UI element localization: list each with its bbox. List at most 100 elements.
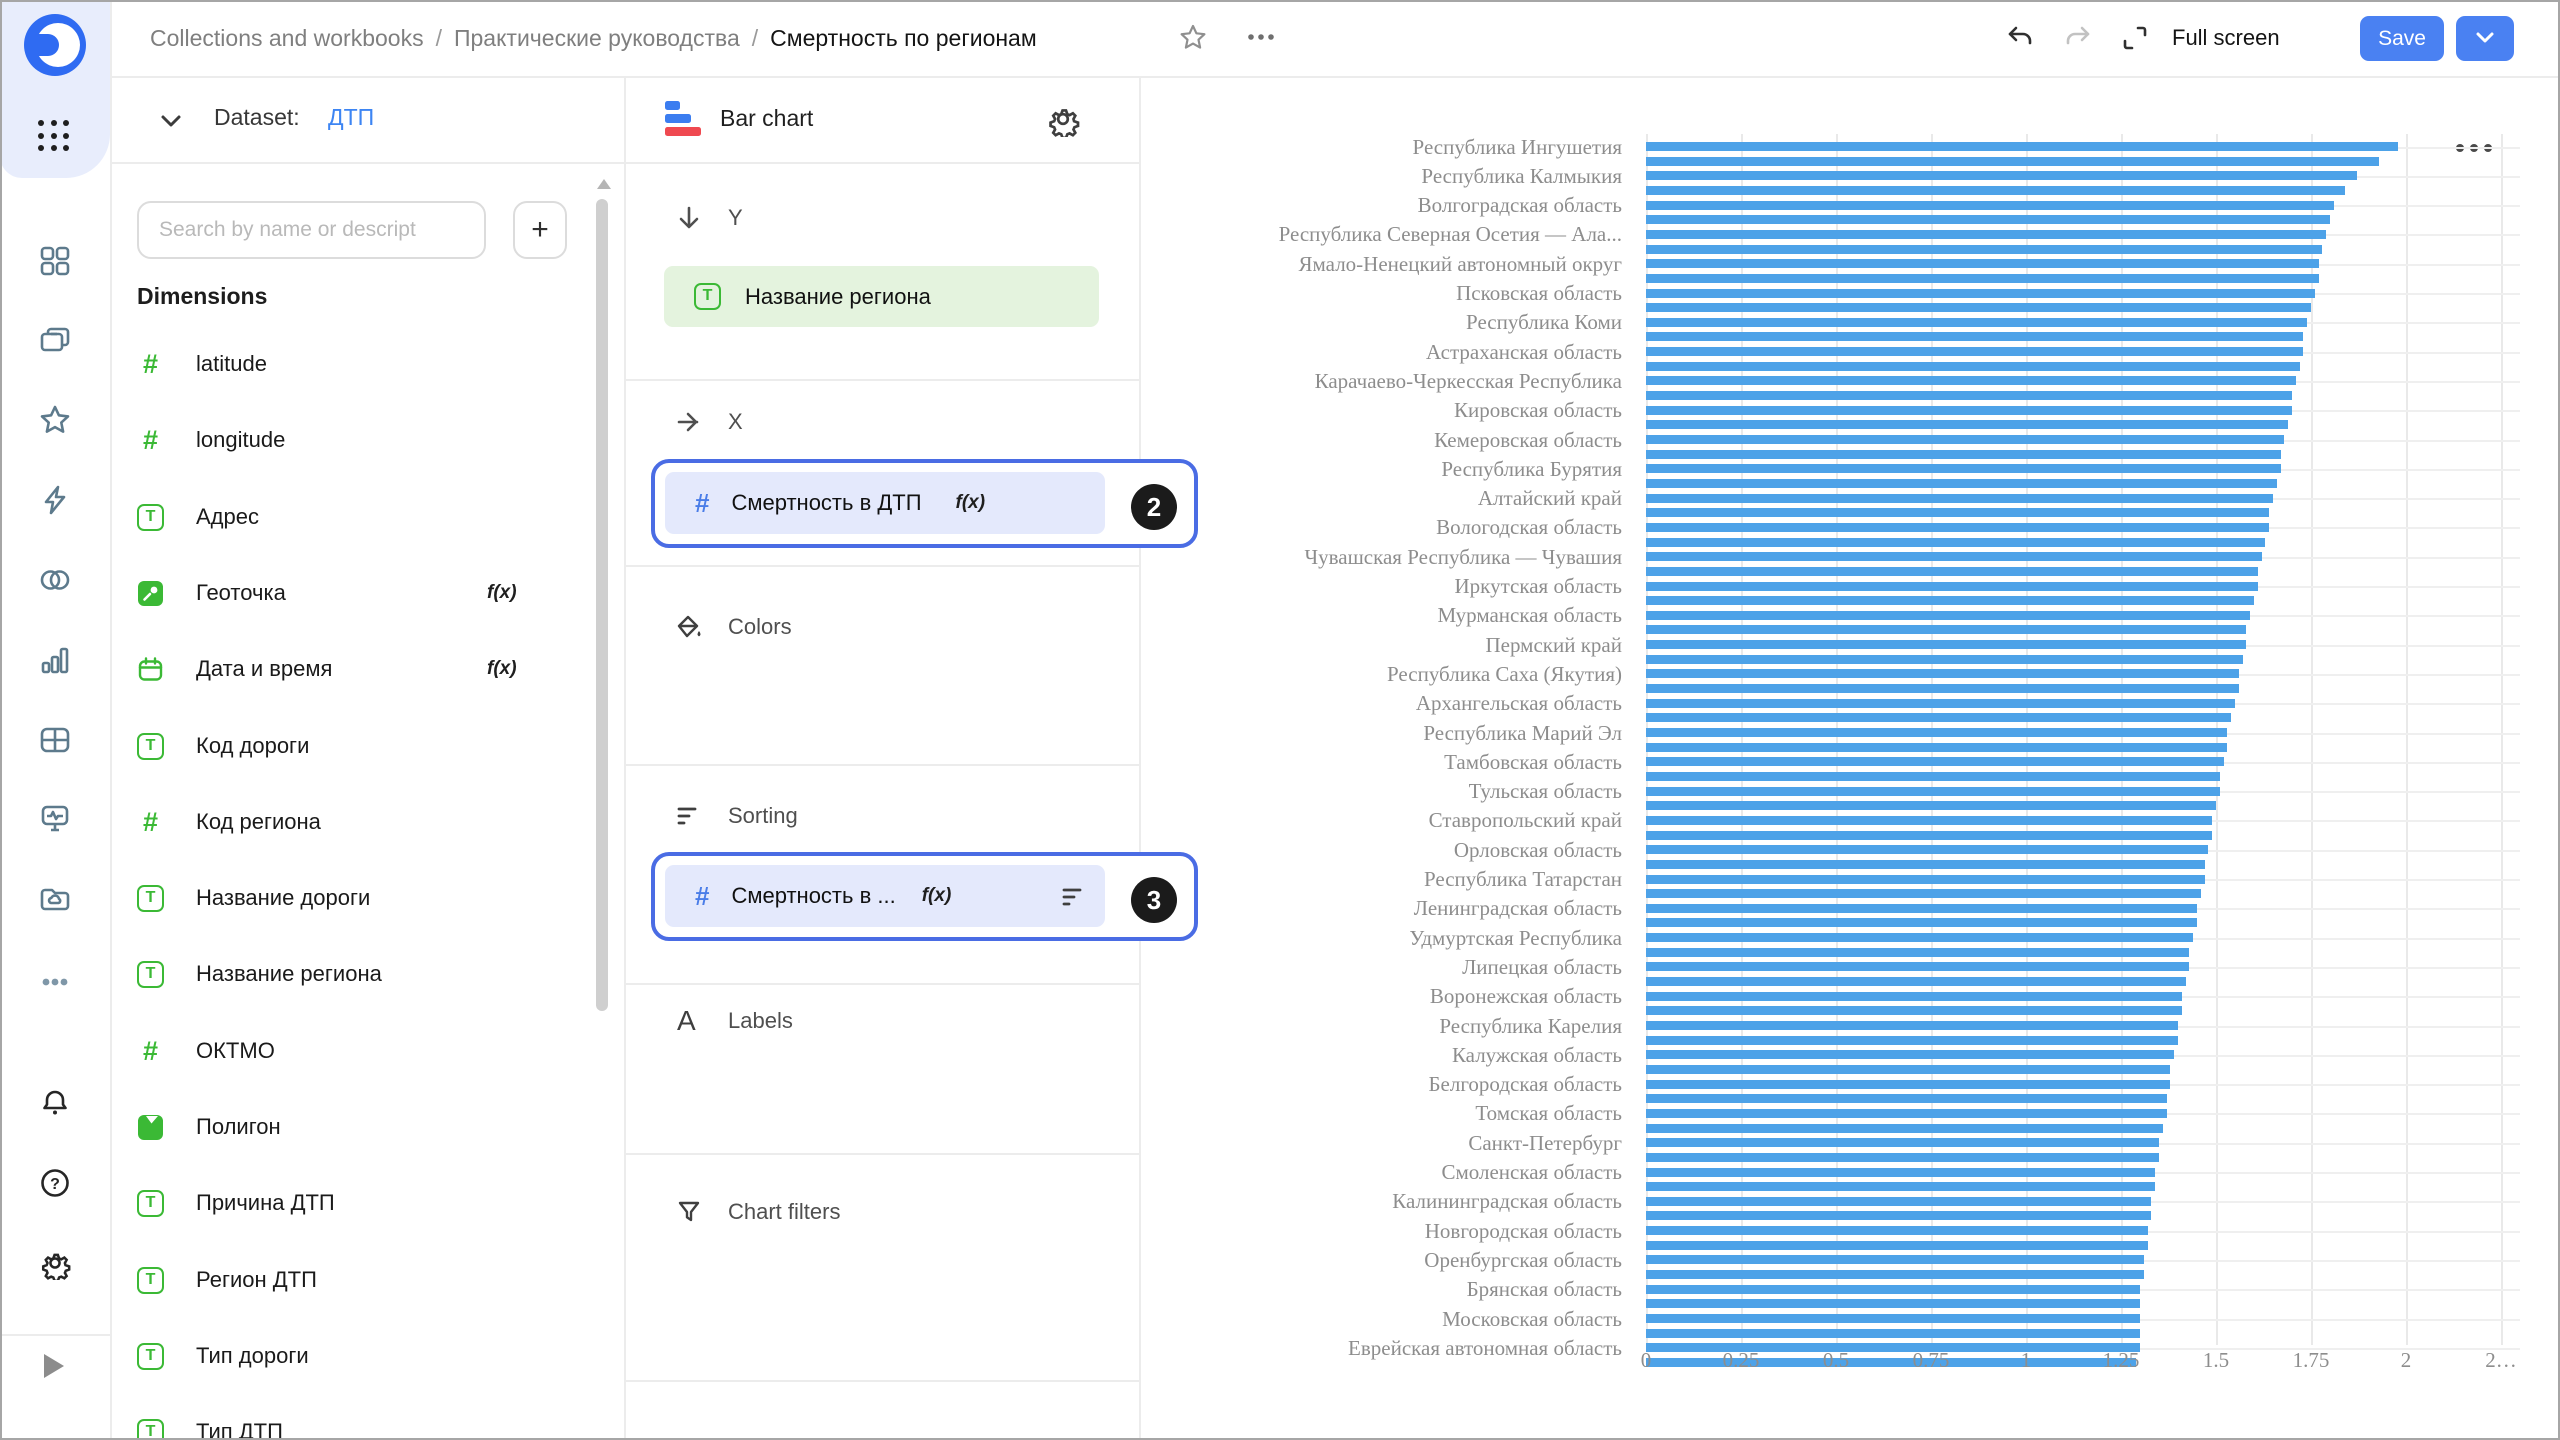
bar[interactable]: [1646, 538, 2265, 547]
dataset-field-latitude[interactable]: #latitude: [110, 350, 625, 380]
save-dropdown-button[interactable]: [2456, 16, 2514, 61]
scrollbar-up-arrow[interactable]: [597, 179, 611, 189]
bar[interactable]: [1646, 508, 2269, 517]
sidebar-item-datasets-icon[interactable]: [38, 563, 72, 597]
bar[interactable]: [1646, 684, 2239, 693]
dataset-field-Тип дороги[interactable]: TТип дороги: [110, 1342, 625, 1372]
bar[interactable]: [1646, 1226, 2148, 1235]
expand-panel-icon[interactable]: [44, 1354, 64, 1378]
bar[interactable]: [1646, 1094, 2167, 1103]
bar[interactable]: [1646, 420, 2288, 429]
bar[interactable]: [1646, 801, 2216, 810]
bar[interactable]: [1646, 1329, 2140, 1338]
bar[interactable]: [1646, 1314, 2140, 1323]
bar[interactable]: [1646, 435, 2284, 444]
notifications-bell-icon[interactable]: [38, 1086, 72, 1120]
bar[interactable]: [1646, 596, 2254, 605]
dataset-field-Тип ДТП[interactable]: TТип ДТП: [110, 1418, 625, 1440]
bar[interactable]: [1646, 757, 2224, 766]
y-field-pill[interactable]: T Название региона: [664, 266, 1099, 327]
bar[interactable]: [1646, 215, 2330, 224]
dataset-name-link[interactable]: ДТП: [328, 104, 374, 131]
dataset-field-Код региона[interactable]: #Код региона: [110, 808, 625, 838]
bar[interactable]: [1646, 640, 2246, 649]
dataset-field-Регион ДТП[interactable]: TРегион ДТП: [110, 1266, 625, 1296]
dataset-field-longitude[interactable]: #longitude: [110, 426, 625, 456]
bar[interactable]: [1646, 289, 2315, 298]
bar[interactable]: [1646, 142, 2398, 151]
x-field-pill[interactable]: # Смертность в ДТП f(x): [665, 472, 1105, 534]
bar[interactable]: [1646, 845, 2208, 854]
chevron-down-icon[interactable]: [156, 106, 186, 136]
bar[interactable]: [1646, 494, 2273, 503]
bar[interactable]: [1646, 391, 2292, 400]
labels-section-label[interactable]: Labels: [728, 1008, 793, 1034]
bar[interactable]: [1646, 201, 2334, 210]
sorting-section-label[interactable]: Sorting: [728, 803, 798, 829]
redo-icon[interactable]: [2063, 23, 2093, 53]
dataset-field-Причина ДТП[interactable]: TПричина ДТП: [110, 1189, 625, 1219]
sidebar-item-collections-icon[interactable]: [38, 323, 72, 357]
bar[interactable]: [1646, 582, 2258, 591]
bar[interactable]: [1646, 1138, 2159, 1147]
bar[interactable]: [1646, 860, 2205, 869]
help-icon[interactable]: ?: [38, 1166, 72, 1200]
chart-settings-gear-icon[interactable]: [1045, 101, 1081, 137]
bar[interactable]: [1646, 933, 2193, 942]
dataset-field-ОКТМО[interactable]: #ОКТМО: [110, 1037, 625, 1067]
bar[interactable]: [1646, 171, 2357, 180]
bar[interactable]: [1646, 318, 2307, 327]
bar[interactable]: [1646, 1168, 2155, 1177]
bar[interactable]: [1646, 450, 2281, 459]
bar[interactable]: [1646, 464, 2281, 473]
sidebar-item-charts-icon[interactable]: [38, 643, 72, 677]
bar[interactable]: [1646, 743, 2227, 752]
bar[interactable]: [1646, 186, 2345, 195]
dataset-field-Адрес[interactable]: TАдрес: [110, 503, 625, 533]
bar[interactable]: [1646, 376, 2296, 385]
dataset-field-Название дороги[interactable]: TНазвание дороги: [110, 884, 625, 914]
favorite-star-icon[interactable]: [1178, 23, 1208, 53]
bar[interactable]: [1646, 625, 2246, 634]
bar[interactable]: [1646, 669, 2239, 678]
bar[interactable]: [1646, 1241, 2148, 1250]
datalens-logo[interactable]: [23, 13, 87, 77]
bar[interactable]: [1646, 303, 2311, 312]
breadcrumb-workbook[interactable]: Практические руководства: [454, 25, 740, 52]
bar[interactable]: [1646, 1153, 2159, 1162]
bar[interactable]: [1646, 1358, 2136, 1367]
bar[interactable]: [1646, 1065, 2170, 1074]
bar[interactable]: [1646, 1124, 2163, 1133]
fullscreen-label[interactable]: Full screen: [2172, 25, 2280, 51]
bar[interactable]: [1646, 918, 2197, 927]
x-section-label[interactable]: X: [728, 409, 743, 435]
bar[interactable]: [1646, 889, 2201, 898]
entry-menu-icon[interactable]: [1246, 29, 1276, 59]
bar[interactable]: [1646, 1211, 2151, 1220]
chart-type-label[interactable]: Bar chart: [720, 105, 813, 132]
bar[interactable]: [1646, 347, 2303, 356]
bar[interactable]: [1646, 655, 2243, 664]
bar[interactable]: [1646, 1299, 2140, 1308]
sidebar-item-favorites-icon[interactable]: [38, 403, 72, 437]
add-field-button[interactable]: +: [513, 201, 567, 259]
bar[interactable]: [1646, 1006, 2182, 1015]
field-search-input[interactable]: [137, 201, 486, 259]
bar[interactable]: [1646, 772, 2220, 781]
settings-gear-icon[interactable]: [38, 1246, 72, 1280]
bar[interactable]: [1646, 157, 2379, 166]
bar[interactable]: [1646, 611, 2250, 620]
sidebar-item-objects[interactable]: [38, 244, 72, 278]
apps-grid-icon[interactable]: [38, 120, 72, 154]
bar[interactable]: [1646, 523, 2269, 532]
bar[interactable]: [1646, 1343, 2140, 1352]
dataset-field-Название региона[interactable]: TНазвание региона: [110, 960, 625, 990]
sidebar-item-tables-icon[interactable]: [38, 723, 72, 757]
bar[interactable]: [1646, 728, 2227, 737]
bar[interactable]: [1646, 977, 2186, 986]
dataset-field-Полигон[interactable]: Полигон: [110, 1113, 625, 1143]
bar[interactable]: [1646, 1182, 2155, 1191]
bar[interactable]: [1646, 1197, 2151, 1206]
filters-section-label[interactable]: Chart filters: [728, 1199, 840, 1225]
dataset-field-Геоточка[interactable]: Геоточкаf(x): [110, 579, 625, 609]
